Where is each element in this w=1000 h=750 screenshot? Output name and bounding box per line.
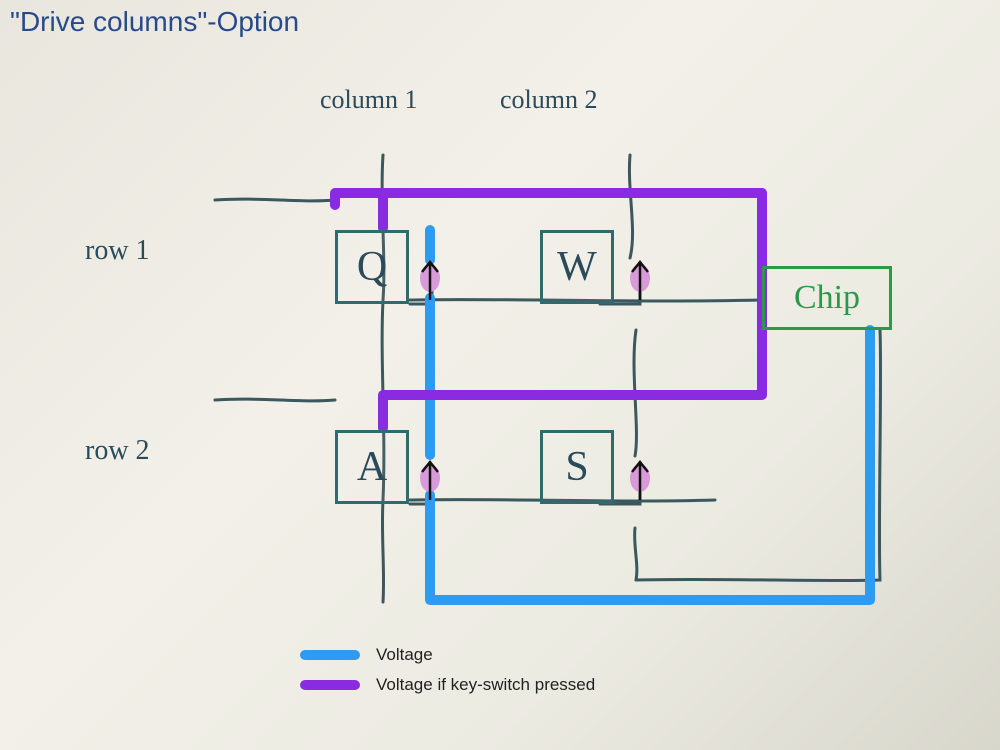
key-S: S xyxy=(540,430,614,504)
key-W-label: W xyxy=(543,233,611,301)
legend-voltage: Voltage xyxy=(300,640,595,670)
diode-a xyxy=(420,462,440,500)
legend-voltage-pressed: Voltage if key-switch pressed xyxy=(300,670,595,700)
key-A-label: A xyxy=(338,433,406,501)
swatch-voltage-pressed xyxy=(300,680,360,690)
key-W: W xyxy=(540,230,614,304)
legend: Voltage Voltage if key-switch pressed xyxy=(300,640,595,700)
swatch-voltage xyxy=(300,650,360,660)
wiring-layer xyxy=(0,0,1000,750)
legend-voltage-label: Voltage xyxy=(376,645,433,665)
diode-q xyxy=(420,262,440,300)
legend-voltage-pressed-label: Voltage if key-switch pressed xyxy=(376,675,595,695)
key-Q-label: Q xyxy=(338,233,406,301)
diode-w xyxy=(630,262,650,300)
key-S-label: S xyxy=(543,433,611,501)
chip: Chip xyxy=(762,266,892,330)
diode-s xyxy=(630,462,650,500)
key-A: A xyxy=(335,430,409,504)
key-Q: Q xyxy=(335,230,409,304)
chip-label: Chip xyxy=(765,269,889,327)
